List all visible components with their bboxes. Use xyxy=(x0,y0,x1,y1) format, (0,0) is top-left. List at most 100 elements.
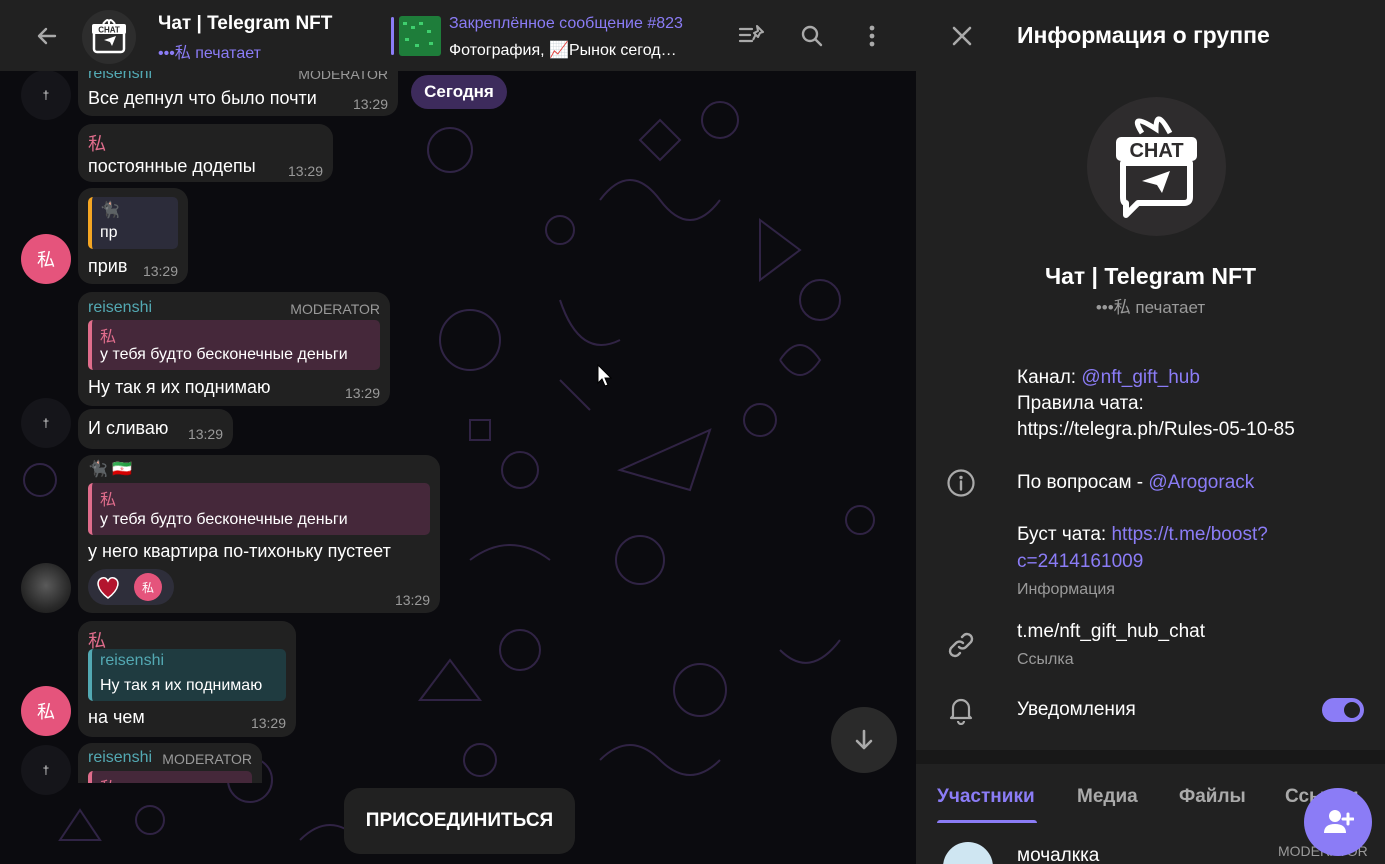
back-button[interactable] xyxy=(25,14,69,58)
message-bubble[interactable]: 私 постоянные додепы 13:29 xyxy=(78,124,333,182)
tab-media[interactable]: Медиа xyxy=(1077,786,1138,808)
arrow-down-icon xyxy=(855,729,873,750)
quote-text: у тебя будто бесконечные деньги xyxy=(100,346,348,363)
reply-quote[interactable]: 私 xyxy=(88,771,252,783)
avatar[interactable]: † xyxy=(21,70,71,120)
invite-link[interactable]: t.me/nft_gift_hub_chat xyxy=(1017,621,1205,643)
quote-sender: 私 xyxy=(100,774,116,783)
pinned-text[interactable]: Фотография, 📈Рынок сегод… xyxy=(449,40,699,60)
telegram-window: CHAT Чат | Telegram NFT •••私 печатает За… xyxy=(0,0,1385,864)
link-icon xyxy=(948,632,974,658)
reply-quote[interactable]: 私 у тебя будто бесконечные деньги xyxy=(88,320,380,370)
avatar[interactable]: 私 xyxy=(21,686,71,736)
pinned-title[interactable]: Закреплённое сообщение #823 xyxy=(449,15,683,33)
pinned-indicator xyxy=(391,17,394,55)
scroll-down-button[interactable] xyxy=(831,707,897,773)
chat-header: CHAT Чат | Telegram NFT •••私 печатает За… xyxy=(0,0,916,71)
chat-title[interactable]: Чат | Telegram NFT xyxy=(158,13,332,35)
tab-members[interactable]: Участники xyxy=(937,786,1035,808)
message-bubble[interactable]: reisenshi MODERATOR 私 у тебя будто беско… xyxy=(78,292,390,406)
avatar[interactable]: † xyxy=(21,398,71,448)
link-caption: Ссылка xyxy=(1017,651,1074,668)
message-text: у него квартира по-тихоньку пустеет xyxy=(88,541,391,561)
group-status: •••私 печатает xyxy=(1095,298,1206,317)
sender-name[interactable]: reisenshi xyxy=(88,299,152,317)
boost-link[interactable]: https://t.me/boost? xyxy=(1111,524,1267,545)
message-time: 13:29 xyxy=(394,592,430,608)
group-avatar[interactable]: CHAT xyxy=(1087,97,1226,236)
pinned-list-button[interactable] xyxy=(730,14,774,58)
link-icon-wrap xyxy=(944,628,978,662)
questions-link[interactable]: @Arogorack xyxy=(1148,472,1254,493)
svg-text:CHAT: CHAT xyxy=(98,26,120,35)
message-text: на чем xyxy=(88,707,145,727)
svg-text:CHAT: CHAT xyxy=(1129,140,1183,162)
search-button[interactable] xyxy=(790,14,834,58)
active-tab-indicator xyxy=(937,820,1037,823)
panel-title: Информация о группе xyxy=(1017,22,1270,48)
channel-link[interactable]: @nft_gift_hub xyxy=(1081,367,1200,388)
message-text: постоянные додепы xyxy=(88,156,256,176)
tab-files[interactable]: Файлы xyxy=(1179,786,1246,808)
reply-quote[interactable]: reisenshi Ну так я их поднимаю xyxy=(88,649,286,701)
rules-link[interactable]: https://telegra.ph/Rules-05-10-85 xyxy=(1017,419,1295,441)
sender-name[interactable]: 🐈‍⬛ 🇮🇷 xyxy=(88,459,132,479)
search-icon xyxy=(801,25,823,47)
message-bubble[interactable]: И сливаю 13:29 xyxy=(78,409,233,449)
bell-icon xyxy=(949,698,973,725)
quote-text: Ну так я их поднимаю xyxy=(100,677,263,694)
questions-label: По вопросам - xyxy=(1017,472,1149,493)
typing-status: •••私 печатает xyxy=(158,45,261,62)
quote-text: пр xyxy=(100,224,118,241)
date-separator: Сегодня xyxy=(411,75,507,109)
heart-reaction-icon xyxy=(97,577,119,599)
message-text: прив xyxy=(88,256,128,276)
mouse-cursor-icon xyxy=(597,364,613,387)
reply-quote[interactable]: 🐈‍⬛ пр xyxy=(88,197,178,249)
message-time: 13:29 xyxy=(352,96,388,112)
avatar[interactable]: † xyxy=(21,745,71,795)
join-button[interactable]: ПРИСОЕДИНИТЬСЯ xyxy=(344,788,575,854)
quote-sender: 私 xyxy=(100,492,117,509)
boost-link-cont[interactable]: c=2414161009 xyxy=(1017,551,1143,573)
message-bubble[interactable]: reisenshi MODERATOR 私 xyxy=(78,743,262,783)
chat-logo: CHAT xyxy=(92,19,126,54)
channel-label: Канал: xyxy=(1017,367,1082,388)
info-icon-wrap xyxy=(944,466,978,500)
close-icon xyxy=(952,26,972,46)
member-name[interactable]: мочалкка xyxy=(1017,845,1099,864)
section-divider xyxy=(916,750,1385,764)
notifications-toggle[interactable] xyxy=(1322,698,1364,722)
message-bubble[interactable]: 🐈‍⬛ пр прив 13:29 xyxy=(78,188,188,284)
notifications-label: Уведомления xyxy=(1017,699,1136,720)
reaction-avatar: 私 xyxy=(134,573,162,601)
sender-name[interactable]: 私 xyxy=(88,130,106,156)
reply-quote[interactable]: 私 у тебя будто бесконечные деньги xyxy=(88,483,430,535)
avatar[interactable]: 私 xyxy=(21,234,71,284)
chat-avatar[interactable]: CHAT xyxy=(82,10,136,64)
group-name: Чат | Telegram NFT xyxy=(1044,263,1257,289)
channel-line: Канал: @nft_gift_hub xyxy=(1017,367,1200,389)
member-avatar[interactable] xyxy=(943,842,993,864)
questions-line: По вопросам - @Arogorack xyxy=(1017,472,1254,494)
sender-name[interactable]: reisenshi xyxy=(88,749,152,767)
message-time: 13:29 xyxy=(142,263,178,279)
role-badge: MODERATOR xyxy=(162,751,252,767)
role-badge: MODERATOR xyxy=(290,301,380,317)
message-text: Все депнул что было почти xyxy=(88,88,317,108)
more-vertical-icon xyxy=(869,25,875,47)
info-caption: Информация xyxy=(1017,581,1115,598)
pinned-list-icon xyxy=(738,25,764,43)
close-panel-button[interactable] xyxy=(940,14,984,58)
message-text: И сливаю xyxy=(88,418,169,438)
avatar[interactable] xyxy=(21,563,71,613)
add-member-button[interactable] xyxy=(1304,788,1372,856)
reaction-chip[interactable]: 私 xyxy=(88,569,174,605)
more-button[interactable] xyxy=(850,14,894,58)
add-user-icon xyxy=(1324,810,1354,833)
pinned-thumbnail[interactable] xyxy=(399,16,441,56)
message-bubble[interactable]: 私 reisenshi Ну так я их поднимаю на чем … xyxy=(78,621,296,737)
message-time: 13:29 xyxy=(250,715,286,731)
message-bubble[interactable]: 🐈‍⬛ 🇮🇷 私 у тебя будто бесконечные деньги… xyxy=(78,455,440,613)
quote-sender: 私 xyxy=(100,329,117,346)
